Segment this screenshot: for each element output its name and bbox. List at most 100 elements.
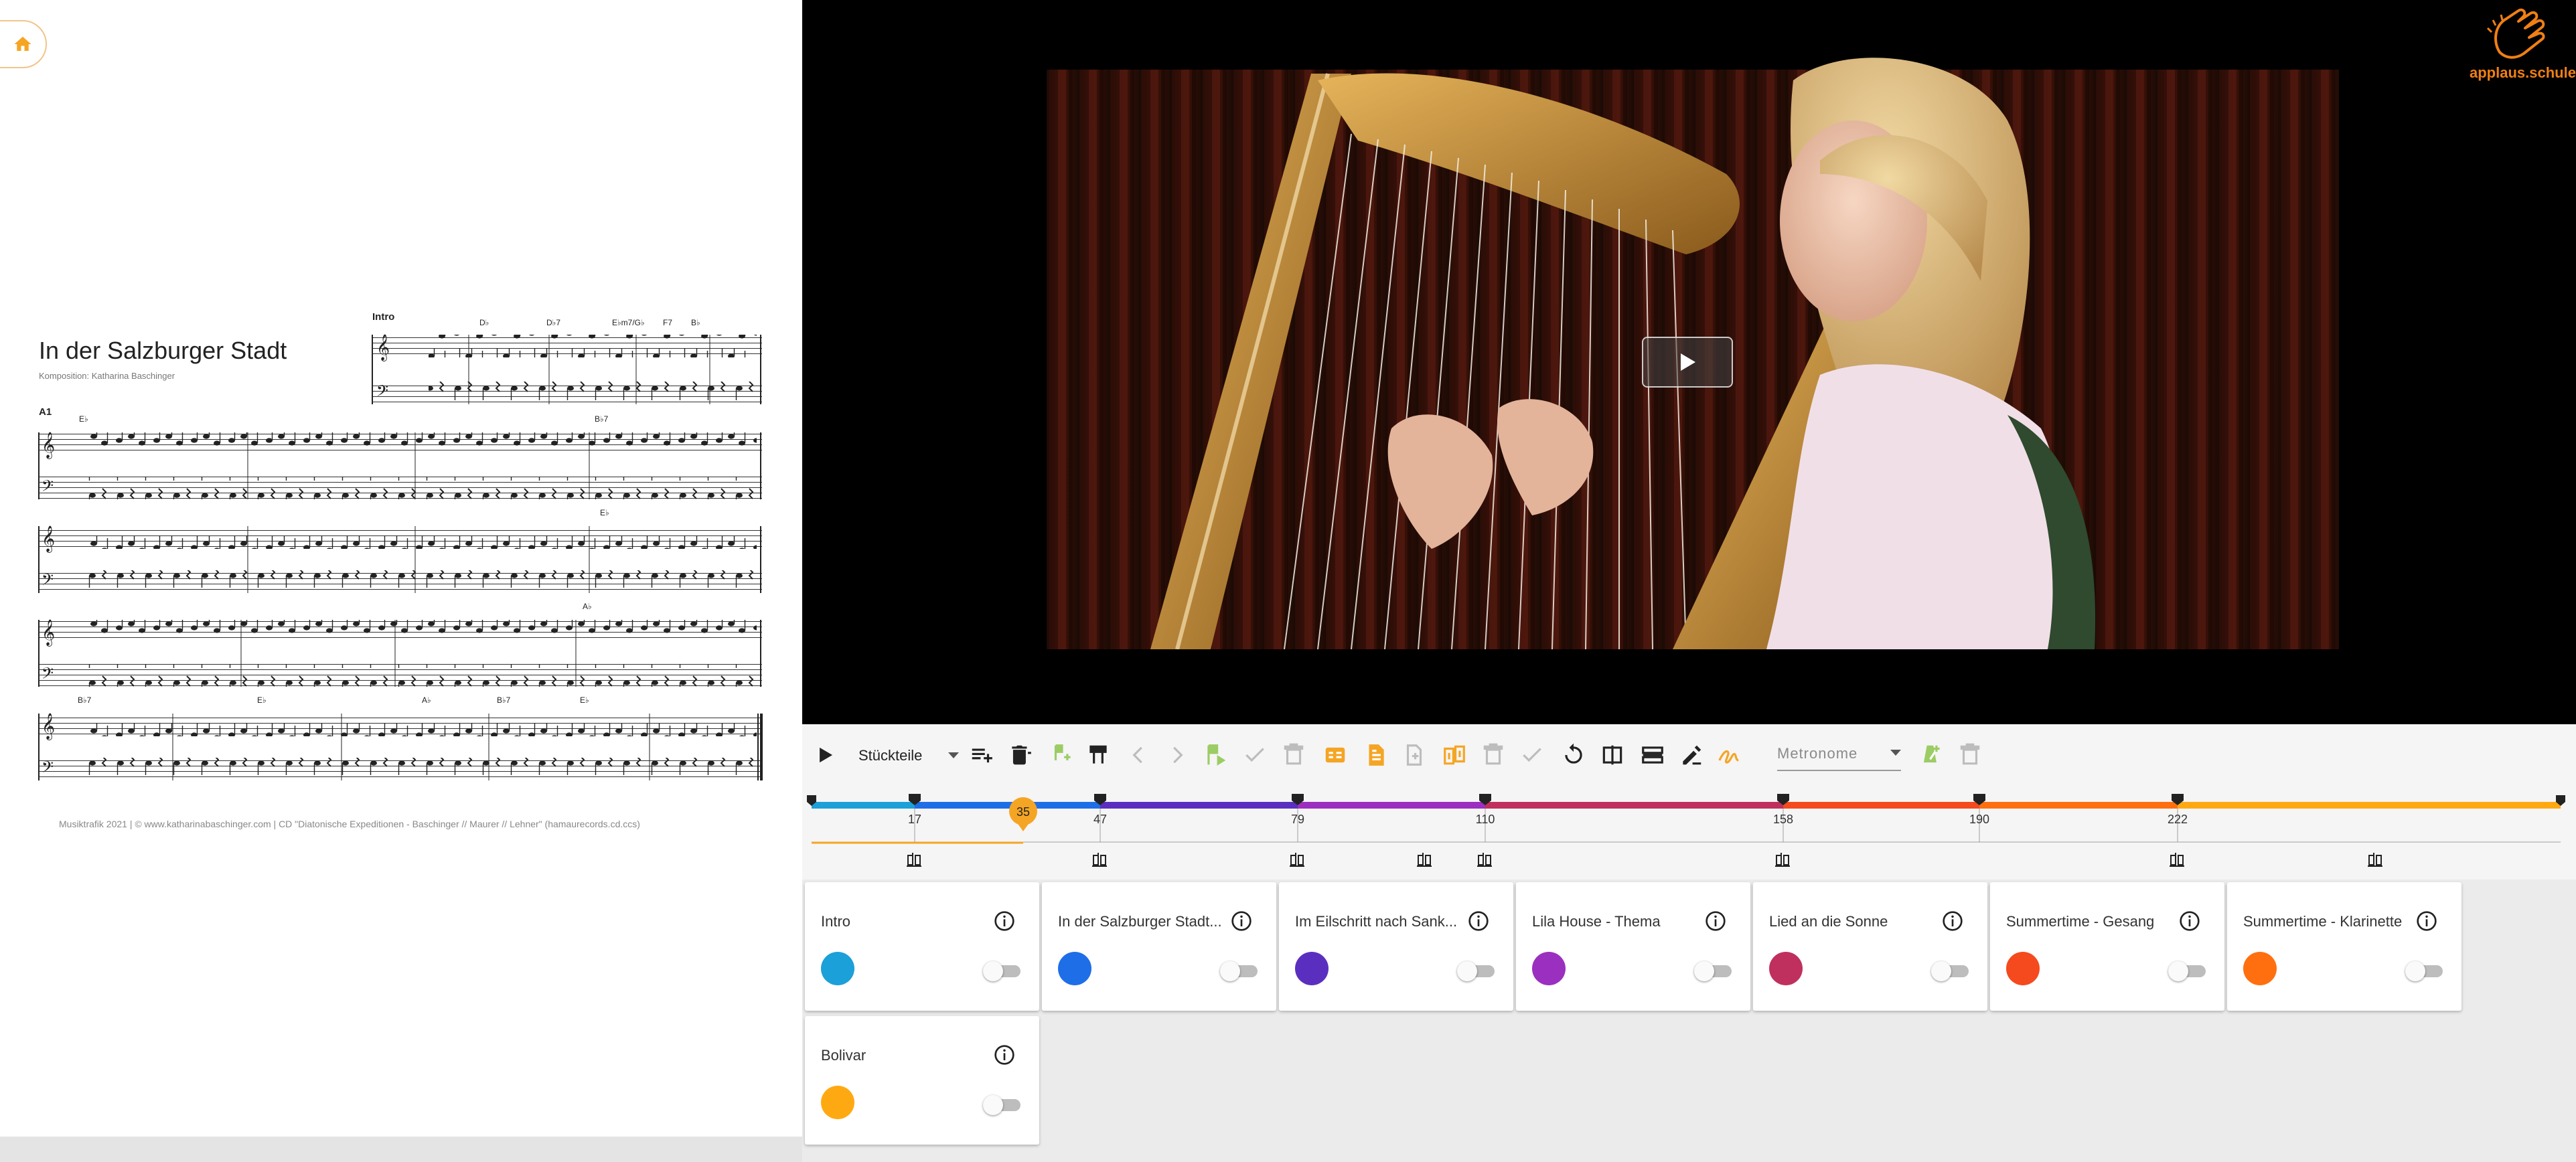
add-metronome-button[interactable] bbox=[1915, 739, 1947, 771]
part-color-dot[interactable] bbox=[821, 1086, 854, 1119]
video-player[interactable]: applaus.schule bbox=[802, 0, 2576, 724]
play-pause-button[interactable] bbox=[809, 739, 841, 771]
timeline-segment[interactable] bbox=[2178, 802, 2561, 809]
info-icon[interactable] bbox=[2179, 910, 2200, 932]
layout-button[interactable] bbox=[1637, 739, 1669, 771]
chevron-down-icon bbox=[1890, 750, 1901, 756]
parts-select-label: Stückteile bbox=[858, 747, 923, 764]
part-card[interactable]: In der Salzburger Stadt... bbox=[1042, 882, 1276, 1011]
edit-button[interactable] bbox=[1675, 739, 1708, 771]
timeline-segment[interactable] bbox=[915, 802, 1100, 809]
page-marker-icon[interactable] bbox=[2170, 853, 2184, 867]
part-card[interactable]: Summertime - Klarinette bbox=[2227, 882, 2461, 1011]
part-toggle[interactable] bbox=[983, 960, 1022, 981]
part-toggle[interactable] bbox=[2405, 960, 2444, 981]
part-card[interactable]: Summertime - Gesang bbox=[1990, 882, 2224, 1011]
timeline-tick-label: 190 bbox=[1969, 813, 1989, 826]
timeline[interactable]: 17 47 79 110 158 190 222 35 bbox=[802, 787, 2576, 880]
next-button[interactable] bbox=[1161, 739, 1193, 771]
page-marker-icon[interactable] bbox=[907, 853, 921, 867]
info-icon[interactable] bbox=[994, 910, 1015, 932]
page-add-icon bbox=[1406, 744, 1422, 766]
signature-button[interactable] bbox=[1713, 739, 1745, 771]
sheet-button[interactable] bbox=[1359, 739, 1391, 771]
page-marker-icon[interactable] bbox=[1775, 853, 1790, 867]
timeline-segment[interactable] bbox=[1298, 802, 1485, 809]
info-icon[interactable] bbox=[2416, 910, 2437, 932]
info-icon[interactable] bbox=[994, 1044, 1015, 1066]
part-toggle[interactable] bbox=[1931, 960, 1970, 981]
metronome-select[interactable]: Metronome bbox=[1777, 738, 1901, 771]
part-color-dot[interactable] bbox=[1769, 952, 1803, 985]
add-marker-button[interactable] bbox=[1046, 739, 1078, 771]
part-toggle[interactable] bbox=[983, 1094, 1022, 1115]
part-toggle[interactable] bbox=[1220, 960, 1259, 981]
delete-part-button[interactable] bbox=[1004, 739, 1037, 771]
video-play-button[interactable] bbox=[1642, 337, 1733, 388]
part-color-dot[interactable] bbox=[2006, 952, 2040, 985]
page-marker-icon[interactable] bbox=[1477, 853, 1492, 867]
part-card-title: Intro bbox=[821, 913, 851, 930]
parts-select[interactable]: Stückteile bbox=[858, 740, 959, 771]
layout-rows-icon bbox=[1642, 746, 1663, 764]
page-marker-icon[interactable] bbox=[1417, 853, 1432, 867]
timeline-tick-label: 17 bbox=[908, 813, 921, 826]
confirm-page-button[interactable] bbox=[1516, 739, 1548, 771]
part-color-dot[interactable] bbox=[1532, 952, 1566, 985]
timeline-segment[interactable] bbox=[812, 802, 915, 809]
timeline-tick-label: 47 bbox=[1093, 813, 1107, 826]
subtitles-button[interactable] bbox=[1319, 739, 1351, 771]
part-toggle[interactable] bbox=[2168, 960, 2207, 981]
part-color-dot[interactable] bbox=[1058, 952, 1091, 985]
editor-toolbar: Stückteile Metronome bbox=[802, 724, 2576, 787]
clapping-hands-icon bbox=[2486, 8, 2545, 59]
timeline-track[interactable]: 17 47 79 110 158 190 222 35 bbox=[802, 787, 2576, 880]
trash-icon bbox=[1960, 743, 1980, 765]
timeline-segment[interactable] bbox=[1979, 802, 2178, 809]
delete-page-button[interactable] bbox=[1477, 739, 1509, 771]
metronome-select-label: Metronome bbox=[1777, 745, 1858, 762]
part-card-title: Bolivar bbox=[821, 1047, 866, 1064]
part-color-dot[interactable] bbox=[2243, 952, 2277, 985]
info-icon[interactable] bbox=[1942, 910, 1963, 932]
info-icon[interactable] bbox=[1468, 910, 1489, 932]
chevron-left-icon bbox=[1132, 746, 1142, 764]
part-card[interactable]: Lila House - Thema bbox=[1516, 882, 1750, 1011]
play-marker-button[interactable] bbox=[1200, 739, 1232, 771]
sheet-footer: Musiktrafik 2021 | © www.katharinabaschi… bbox=[59, 819, 640, 829]
add-part-button[interactable] bbox=[966, 739, 998, 771]
page-marker-icon[interactable] bbox=[1290, 853, 1304, 867]
split-view-button[interactable] bbox=[1596, 739, 1628, 771]
home-button[interactable] bbox=[0, 20, 47, 68]
split-marker-icon bbox=[1089, 745, 1107, 764]
split-markers-button[interactable] bbox=[1082, 739, 1114, 771]
part-card[interactable]: Lied an die Sonne bbox=[1753, 882, 1987, 1011]
delete-metronome-button[interactable] bbox=[1954, 739, 1986, 771]
toggle-knob bbox=[1220, 961, 1240, 981]
page-marker-icon[interactable] bbox=[2368, 853, 2382, 867]
timeline-segment[interactable] bbox=[1100, 802, 1298, 809]
part-color-dot[interactable] bbox=[821, 952, 854, 985]
part-card[interactable]: Im Eilschritt nach Sank... bbox=[1279, 882, 1513, 1011]
part-card[interactable]: Intro bbox=[805, 882, 1039, 1011]
playhead-marker[interactable]: 35 bbox=[1009, 797, 1037, 831]
loop-icon bbox=[1565, 743, 1582, 764]
page-marker-icon[interactable] bbox=[1092, 853, 1107, 867]
previous-button[interactable] bbox=[1122, 739, 1154, 771]
info-icon[interactable] bbox=[1705, 910, 1726, 932]
part-color-dot[interactable] bbox=[1295, 952, 1329, 985]
compare-pages-button[interactable] bbox=[1438, 739, 1470, 771]
add-page-button[interactable] bbox=[1398, 739, 1430, 771]
delete-button[interactable] bbox=[1278, 739, 1310, 771]
left-bottom-bar bbox=[0, 1137, 802, 1162]
timeline-tick-label: 222 bbox=[2168, 813, 2188, 826]
part-card[interactable]: Bolivar bbox=[805, 1016, 1039, 1145]
loop-button[interactable] bbox=[1558, 739, 1590, 771]
info-icon[interactable] bbox=[1231, 910, 1252, 932]
timeline-segment[interactable] bbox=[1783, 802, 1979, 809]
part-card-title: Lila House - Thema bbox=[1532, 913, 1661, 930]
part-toggle[interactable] bbox=[1694, 960, 1733, 981]
part-toggle[interactable] bbox=[1457, 960, 1496, 981]
confirm-button[interactable] bbox=[1239, 739, 1271, 771]
timeline-segment[interactable] bbox=[1485, 802, 1783, 809]
